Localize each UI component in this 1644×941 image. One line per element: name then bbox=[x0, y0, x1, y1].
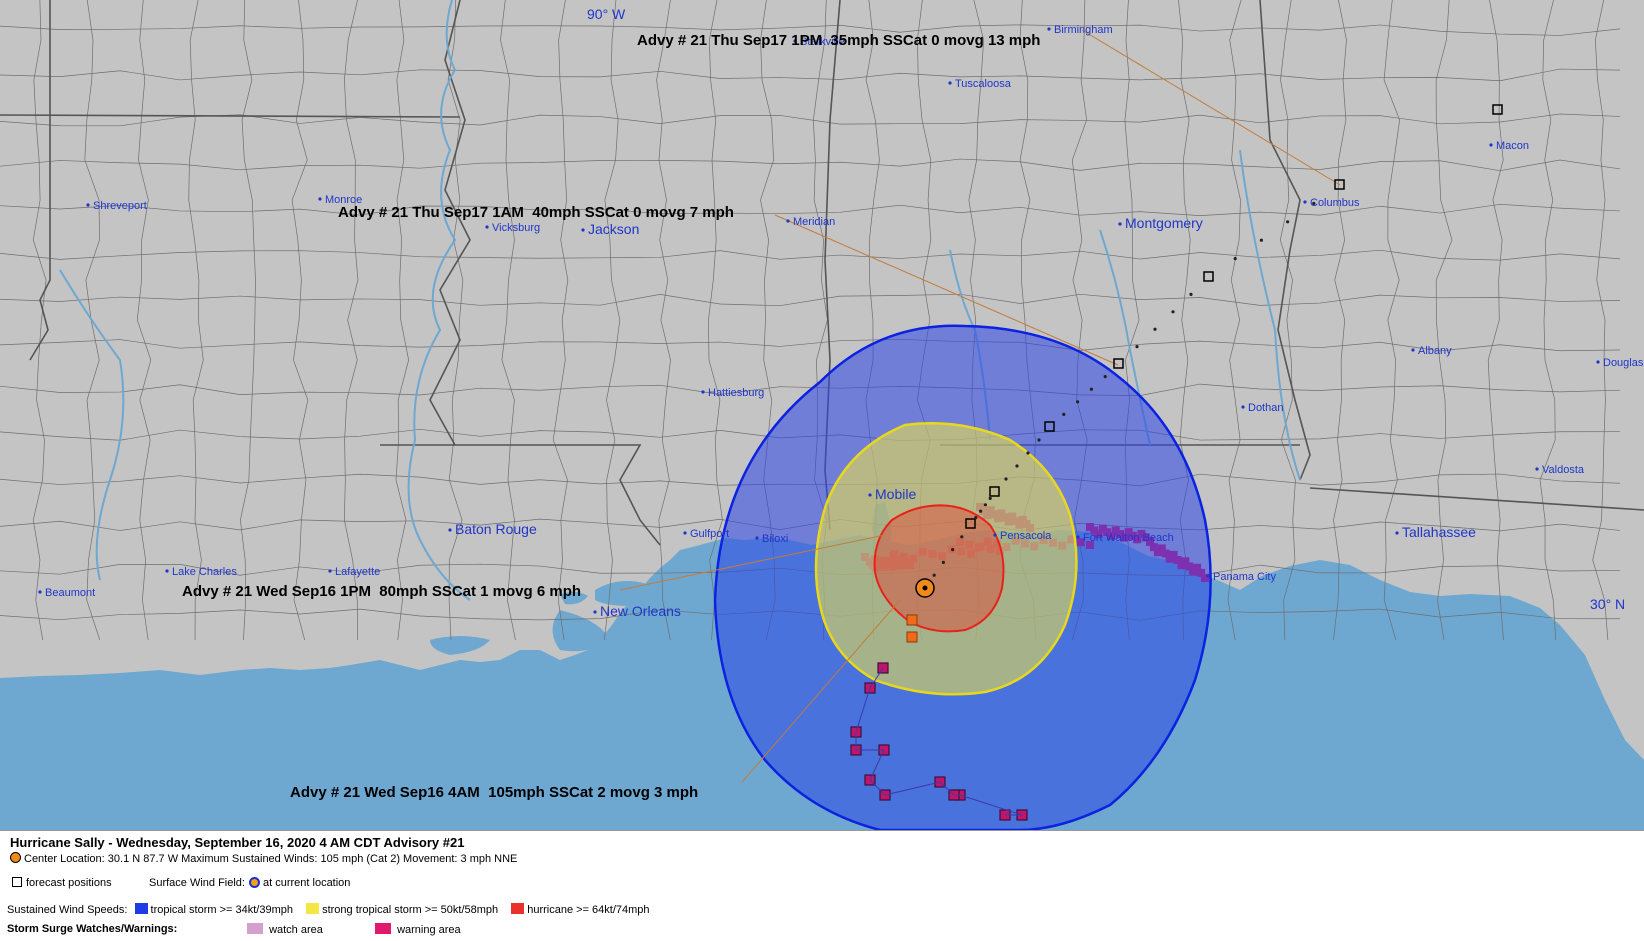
city-label-dothan: Dothan bbox=[1248, 402, 1283, 414]
tropical-storm-label: tropical storm >= 34kt/39mph bbox=[150, 904, 293, 916]
city-label-panama-city: Panama City bbox=[1213, 571, 1276, 583]
center-location-text: Center Location: 30.1 N 87.7 W Maximum S… bbox=[24, 853, 518, 865]
map-legend: Hurricane Sally - Wednesday, September 1… bbox=[0, 830, 1644, 941]
warning-area-row: warning area bbox=[375, 923, 461, 936]
city-dot bbox=[581, 228, 585, 232]
city-dot bbox=[485, 225, 489, 229]
city-dot bbox=[1076, 535, 1080, 539]
city-dot bbox=[948, 81, 952, 85]
city-dot bbox=[1395, 531, 1399, 535]
advisory-label-thu1am: Advy # 21 Thu Sep17 1AM 40mph SSCat 0 mo… bbox=[338, 204, 734, 221]
city-dot bbox=[448, 528, 452, 532]
city-dot bbox=[868, 493, 872, 497]
city-dot bbox=[701, 390, 705, 394]
longitude-label: 90° W bbox=[587, 6, 626, 22]
center-location-row: Center Location: 30.1 N 87.7 W Maximum S… bbox=[10, 852, 517, 865]
hurricane-map: Birmingham Starkville Tuscaloosa Macon Colum… bbox=[0, 0, 1644, 830]
city-dot bbox=[1303, 200, 1307, 204]
warning-area-swatch bbox=[375, 923, 391, 934]
watch-area-swatch bbox=[247, 923, 263, 934]
forecast-positions-row: forecast positions bbox=[12, 877, 112, 889]
forecast-positions-label: forecast positions bbox=[26, 877, 112, 889]
watch-area-label: watch area bbox=[269, 924, 323, 936]
hurricane-label: hurricane >= 64kt/74mph bbox=[527, 904, 650, 916]
city-dot bbox=[318, 197, 322, 201]
city-dot bbox=[165, 569, 169, 573]
city-label-baton-rouge: Baton Rouge bbox=[455, 521, 537, 537]
city-dot bbox=[593, 610, 597, 614]
city-label-birmingham: Birmingham bbox=[1054, 24, 1113, 36]
city-label-macon: Macon bbox=[1496, 140, 1529, 152]
warning-area-label: warning area bbox=[397, 924, 461, 936]
city-label-pensacola: Pensacola bbox=[1000, 530, 1052, 542]
city-label-lake-charles: Lake Charles bbox=[172, 566, 237, 578]
advisory-label-thu1pm: Advy # 21 Thu Sep17 1PM 35mph SSCat 0 mo… bbox=[637, 32, 1040, 49]
city-label-fort-walton-beach: Fort Walton Beach bbox=[1083, 532, 1174, 544]
city-dot bbox=[1489, 143, 1493, 147]
city-label-albany: Albany bbox=[1418, 345, 1452, 357]
city-dot bbox=[38, 590, 42, 594]
current-location-marker bbox=[915, 578, 935, 598]
city-label-lafayette: Lafayette bbox=[335, 566, 380, 578]
tropical-storm-swatch bbox=[134, 903, 148, 914]
city-label-beaumont: Beaumont bbox=[45, 587, 95, 599]
city-label-tallahassee: Tallahassee bbox=[1402, 524, 1476, 540]
city-dot bbox=[786, 219, 790, 223]
city-label-new-orleans: New Orleans bbox=[600, 603, 681, 619]
city-label-shreveport: Shreveport bbox=[93, 200, 147, 212]
sustained-wind-speeds-label: Sustained Wind Speeds: bbox=[7, 904, 128, 916]
storm-center-icon bbox=[10, 852, 21, 863]
storm-surge-label: Storm Surge Watches/Warnings: bbox=[7, 923, 178, 935]
city-label-gulfport: Gulfport bbox=[690, 528, 729, 540]
strong-tropical-storm-label: strong tropical storm >= 50kt/58mph bbox=[322, 904, 499, 916]
at-current-location-label: at current location bbox=[262, 877, 351, 889]
city-dot bbox=[328, 569, 332, 573]
city-dot bbox=[86, 203, 90, 207]
city-label-hattiesburg: Hattiesburg bbox=[708, 387, 764, 399]
city-dot bbox=[1535, 467, 1539, 471]
city-label-biloxi: Biloxi bbox=[762, 533, 788, 545]
advisory-label-wed1pm: Advy # 21 Wed Sep16 1PM 80mph SSCat 1 mo… bbox=[182, 583, 581, 600]
sustained-wind-row: Sustained Wind Speeds: tropical storm >=… bbox=[7, 903, 650, 916]
city-dot bbox=[1596, 360, 1600, 364]
city-label-columbus: Columbus bbox=[1310, 197, 1360, 209]
city-dot bbox=[1241, 405, 1245, 409]
hurricane-swatch bbox=[511, 903, 525, 914]
city-dot bbox=[1206, 574, 1210, 578]
city-dot bbox=[1118, 222, 1122, 226]
latitude-label: 30° N bbox=[1590, 596, 1625, 612]
city-dot bbox=[1411, 348, 1415, 352]
legend-title: Hurricane Sally - Wednesday, September 1… bbox=[10, 835, 465, 850]
surface-wind-field-row: Surface Wind Field: at current location bbox=[149, 877, 350, 889]
city-dot bbox=[755, 536, 759, 540]
current-location-icon bbox=[248, 877, 260, 888]
watch-area-row: watch area bbox=[247, 923, 323, 936]
city-label-jackson: Jackson bbox=[588, 221, 639, 237]
city-dot bbox=[993, 533, 997, 537]
forecast-position-icon bbox=[12, 877, 22, 887]
advisory-label-wed4am: Advy # 21 Wed Sep16 4AM 105mph SSCat 2 m… bbox=[290, 784, 698, 801]
city-dot bbox=[683, 531, 687, 535]
strong-tropical-storm-swatch bbox=[306, 903, 320, 914]
city-label-valdosta: Valdosta bbox=[1542, 464, 1585, 476]
city-label-meridian: Meridian bbox=[793, 216, 835, 228]
city-label-tuscaloosa: Tuscaloosa bbox=[955, 78, 1012, 90]
city-label-mobile: Mobile bbox=[875, 486, 916, 502]
city-label-vicksburg: Vicksburg bbox=[492, 222, 540, 234]
city-label-montgomery: Montgomery bbox=[1125, 215, 1203, 231]
surface-wind-field-label: Surface Wind Field: bbox=[149, 877, 245, 889]
city-dot bbox=[1047, 27, 1051, 31]
city-label-douglas: Douglas bbox=[1603, 357, 1644, 369]
map-canvas: BirminghamStarkvilleTuscaloosaMaconColum… bbox=[0, 0, 1644, 830]
